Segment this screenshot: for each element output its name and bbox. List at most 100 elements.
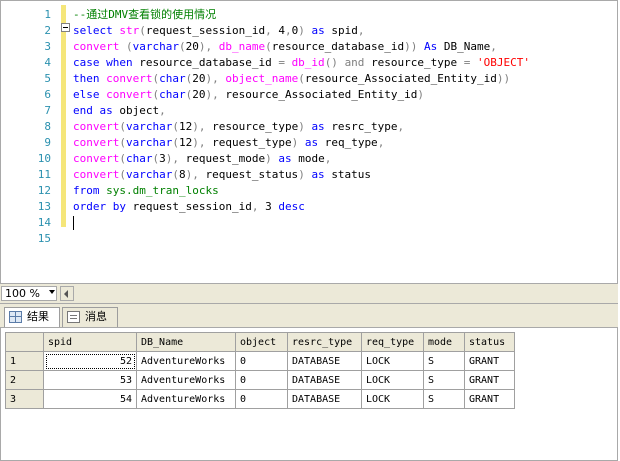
column-header[interactable]: mode <box>423 332 465 352</box>
code-line[interactable]: case when resource_database_id = db_id()… <box>73 55 617 71</box>
code-token: --通过DMV查看锁的使用情况 <box>73 8 217 21</box>
editor-status-bar: 100 % <box>0 284 618 304</box>
grid-cell[interactable]: GRANT <box>464 370 515 390</box>
code-token: varchar <box>132 40 179 53</box>
code-token: ( <box>172 120 179 133</box>
code-token: resource_Associated_Entity_id <box>225 88 418 101</box>
code-token: ( <box>139 24 146 37</box>
grid-cell[interactable]: AdventureWorks <box>136 389 236 409</box>
code-token: db_id <box>291 56 325 69</box>
line-number: 14 <box>37 216 51 229</box>
grid-cell[interactable]: AdventureWorks <box>136 351 236 371</box>
code-token: char <box>125 152 153 165</box>
message-icon <box>67 311 80 323</box>
column-header[interactable]: object <box>235 332 288 352</box>
code-token: varchar <box>125 120 173 133</box>
code-token: ) <box>298 168 312 181</box>
code-token: request_session_id <box>132 200 252 213</box>
code-line[interactable]: convert(varchar(12), request_type) as re… <box>73 135 617 151</box>
code-line[interactable]: convert (varchar(20), db_name(resource_d… <box>73 39 617 55</box>
code-token: convert <box>106 72 153 85</box>
code-token: convert <box>73 120 120 133</box>
code-line[interactable]: convert(char(3), request_mode) as mode, <box>73 151 617 167</box>
code-token: ( <box>119 120 126 133</box>
tab-results[interactable]: 结果 <box>4 307 60 328</box>
table-row[interactable]: 3 54 AdventureWorks 0 DATABASE LOCK S GR… <box>5 389 515 409</box>
code-token: = <box>463 56 478 69</box>
code-token: ) <box>265 152 279 165</box>
code-line[interactable]: convert(varchar(12), resource_type) as r… <box>73 119 617 135</box>
code-line[interactable]: convert(varchar(8), request_status) as s… <box>73 167 617 183</box>
code-token: varchar <box>125 136 173 149</box>
code-token: 'OBJECT' <box>477 56 531 69</box>
grid-cell[interactable]: LOCK <box>361 351 424 371</box>
code-token: 3 <box>265 200 279 213</box>
column-header[interactable]: req_type <box>361 332 424 352</box>
table-row[interactable]: 2 53 AdventureWorks 0 DATABASE LOCK S GR… <box>5 370 515 390</box>
column-header[interactable]: spid <box>43 332 137 352</box>
code-line[interactable]: select str(request_session_id, 4,0) as s… <box>73 23 617 39</box>
zoom-select[interactable]: 100 % <box>1 286 57 301</box>
code-line[interactable]: --通过DMV查看锁的使用情况 <box>73 7 617 23</box>
code-token: ) <box>298 24 312 37</box>
code-token: () <box>324 56 345 69</box>
code-token: ( <box>119 152 126 165</box>
grid-cell[interactable]: 54 <box>43 389 137 409</box>
results-grid: spid DB_Name object resrc_type req_type … <box>5 332 515 409</box>
grid-cell[interactable]: LOCK <box>361 370 424 390</box>
grid-cell[interactable]: LOCK <box>361 389 424 409</box>
grid-cell[interactable]: DATABASE <box>287 389 362 409</box>
code-token: 4 <box>278 24 285 37</box>
code-token: ) <box>417 88 425 101</box>
grid-cell[interactable]: GRANT <box>464 389 515 409</box>
row-selector-header[interactable] <box>5 332 44 352</box>
code-token: object_name <box>225 72 299 85</box>
column-header[interactable]: DB_Name <box>136 332 236 352</box>
text-caret <box>73 216 74 230</box>
table-row[interactable]: 1 52 AdventureWorks 0 DATABASE LOCK S GR… <box>5 351 515 371</box>
grid-cell[interactable]: 0 <box>235 370 288 390</box>
row-number[interactable]: 1 <box>5 351 44 371</box>
code-token: ), <box>185 168 206 181</box>
results-tabbar: 结果 消息 <box>0 304 618 328</box>
code-token: ( <box>178 40 186 53</box>
column-header[interactable]: status <box>464 332 515 352</box>
code-token: from <box>73 184 107 197</box>
code-line[interactable]: else convert(char(20), resource_Associat… <box>73 87 617 103</box>
line-number-gutter: 1 2 3 4 5 6 7 8 9 10 11 12 13 14 15 <box>1 1 57 283</box>
sql-code[interactable]: --通过DMV查看锁的使用情况 select str(request_sessio… <box>73 7 617 247</box>
code-line[interactable]: from sys.dm_tran_locks <box>73 183 617 199</box>
column-header[interactable]: resrc_type <box>287 332 362 352</box>
row-number[interactable]: 2 <box>5 370 44 390</box>
scroll-left-button[interactable] <box>60 286 74 301</box>
collapse-region-icon[interactable] <box>61 23 70 32</box>
query-editor[interactable]: 1 2 3 4 5 6 7 8 9 10 11 12 13 14 15 --通过DMV查看锁的使用情况 sel… <box>0 0 618 284</box>
code-token: ), <box>165 152 186 165</box>
code-token: resource_database_id <box>271 40 405 53</box>
grid-cell[interactable]: 53 <box>43 370 137 390</box>
code-token: convert <box>73 40 126 53</box>
grid-cell[interactable]: DATABASE <box>287 370 362 390</box>
grid-cell[interactable]: S <box>423 351 465 371</box>
code-line[interactable] <box>73 231 617 247</box>
code-token: db_name <box>218 40 266 53</box>
grid-cell[interactable]: 52 <box>43 351 137 371</box>
code-line[interactable]: then convert(char(20), object_name(resou… <box>73 71 617 87</box>
grid-cell[interactable]: DATABASE <box>287 351 362 371</box>
row-number[interactable]: 3 <box>5 389 44 409</box>
code-line[interactable] <box>73 215 617 231</box>
line-number: 3 <box>44 40 51 53</box>
grid-cell[interactable]: AdventureWorks <box>136 370 236 390</box>
code-token: As <box>424 40 444 53</box>
code-line[interactable]: order by request_session_id, 3 desc <box>73 199 617 215</box>
grid-cell[interactable]: 0 <box>235 389 288 409</box>
code-token: ) <box>298 120 312 133</box>
code-token: ) <box>291 136 305 149</box>
code-line[interactable]: end as object, <box>73 103 617 119</box>
code-token: = <box>278 56 292 69</box>
grid-cell[interactable]: S <box>423 370 465 390</box>
grid-cell[interactable]: S <box>423 389 465 409</box>
tab-messages[interactable]: 消息 <box>62 307 118 327</box>
grid-cell[interactable]: GRANT <box>464 351 515 371</box>
grid-cell[interactable]: 0 <box>235 351 288 371</box>
